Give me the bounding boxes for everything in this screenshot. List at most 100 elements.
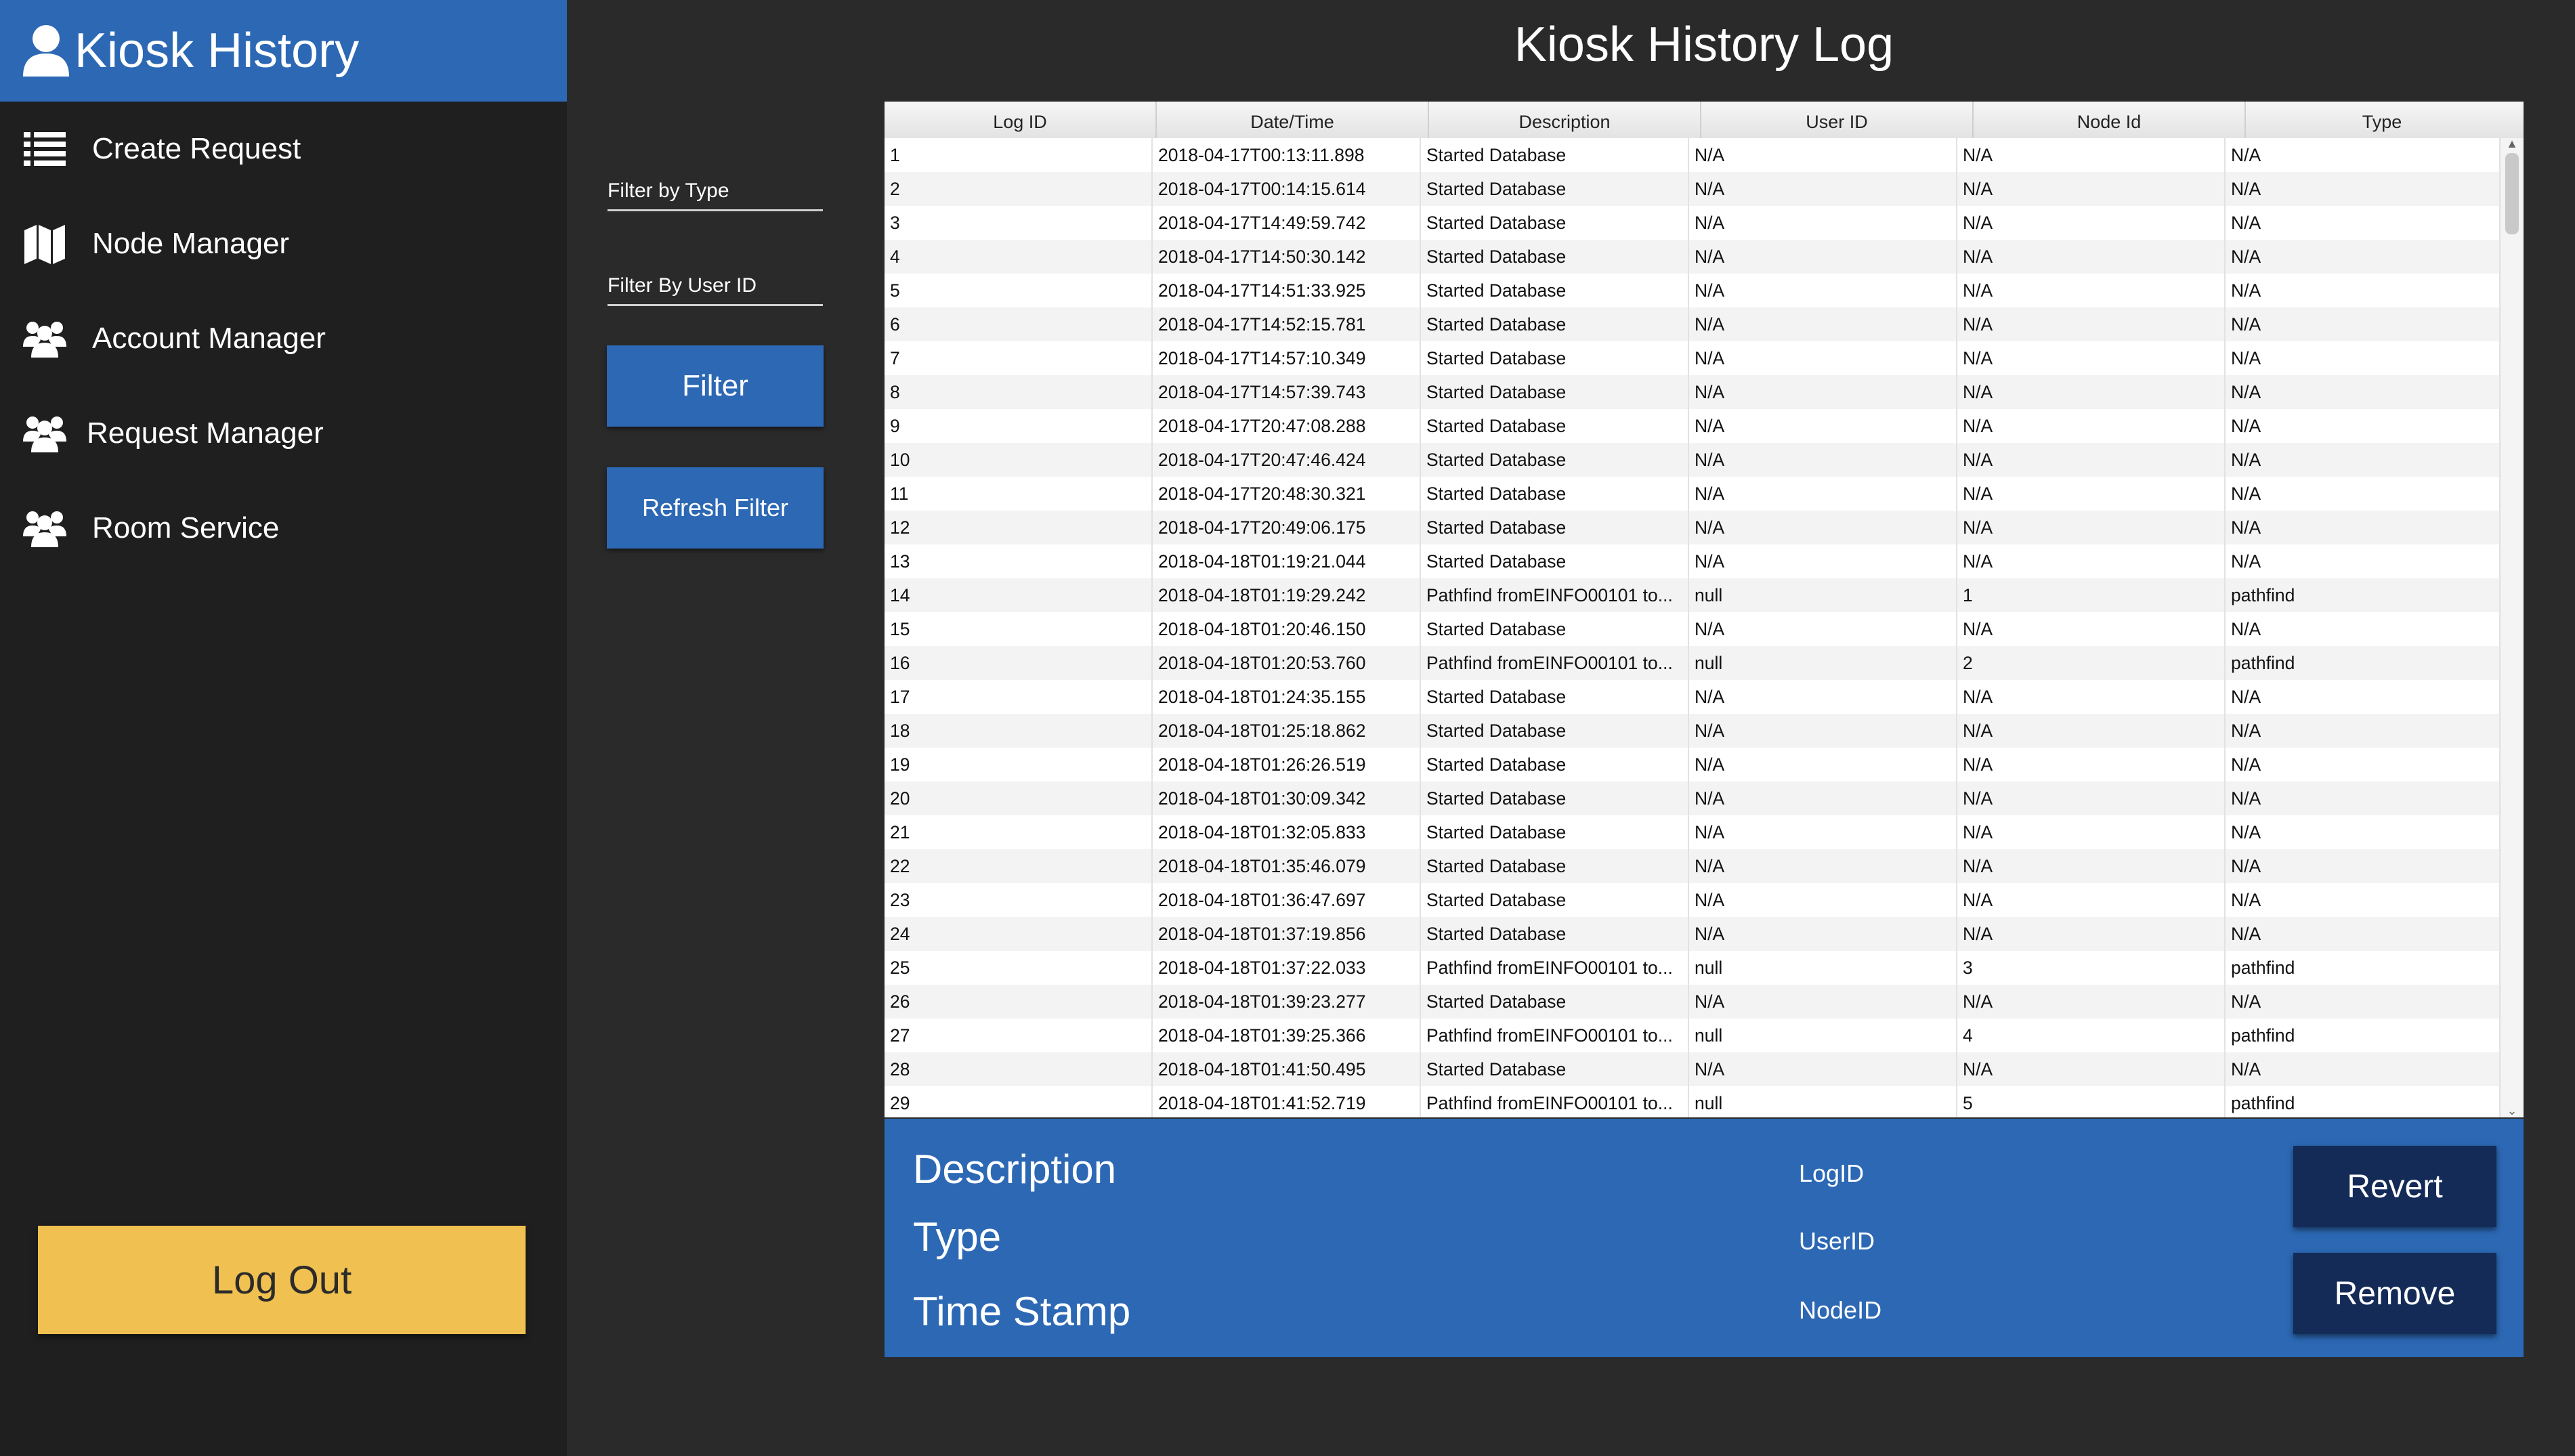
logout-button[interactable]: Log Out xyxy=(38,1226,526,1334)
cell-type: N/A xyxy=(2226,307,2500,341)
cell-description: Started Database xyxy=(1421,748,1689,781)
cell-node-id: N/A xyxy=(1957,883,2226,917)
cell-type: pathfind xyxy=(2226,578,2500,612)
scroll-up-icon[interactable]: ▲ xyxy=(2500,137,2524,150)
nav-room-service[interactable]: Room Service xyxy=(0,488,567,569)
cell-log-id: 22 xyxy=(885,849,1153,883)
table-row[interactable]: 8 2018-04-17T14:57:39.743 Started Database… xyxy=(885,375,2500,409)
users-icon xyxy=(22,412,68,455)
table-row[interactable]: 24 2018-04-18T01:37:19.856 Started Databas… xyxy=(885,917,2500,951)
cell-user-id: null xyxy=(1689,951,1957,985)
cell-type: N/A xyxy=(2226,274,2500,307)
cell-type: N/A xyxy=(2226,849,2500,883)
cell-date-time: 2018-04-18T01:20:53.760 xyxy=(1153,646,1421,680)
cell-description: Pathfind fromEINFO00101 to... xyxy=(1421,951,1689,985)
table-row[interactable]: 7 2018-04-17T14:57:10.349 Started Database… xyxy=(885,341,2500,375)
cell-node-id: N/A xyxy=(1957,172,2226,206)
scroll-thumb[interactable] xyxy=(2505,153,2519,234)
cell-user-id: N/A xyxy=(1689,748,1957,781)
filter-type-input[interactable]: Filter by Type xyxy=(608,171,823,211)
filter-userid-placeholder: Filter By User ID xyxy=(608,274,757,297)
table-row[interactable]: 14 2018-04-18T01:19:29.242 Pathfind fromEI… xyxy=(885,578,2500,612)
table-row[interactable]: 19 2018-04-18T01:26:26.519 Started Databas… xyxy=(885,748,2500,781)
table-row[interactable]: 11 2018-04-17T20:48:30.321 Started Databas… xyxy=(885,477,2500,511)
table-row[interactable]: 22 2018-04-18T01:35:46.079 Started Databas… xyxy=(885,849,2500,883)
column-header-type[interactable]: Type xyxy=(2246,102,2518,138)
table-row[interactable]: 17 2018-04-18T01:24:35.155 Started Databas… xyxy=(885,680,2500,714)
cell-type: N/A xyxy=(2226,680,2500,714)
cell-user-id: N/A xyxy=(1689,240,1957,274)
cell-node-id: N/A xyxy=(1957,375,2226,409)
cell-date-time: 2018-04-18T01:39:25.366 xyxy=(1153,1019,1421,1052)
table-row[interactable]: 1 2018-04-17T00:13:11.898 Started Database… xyxy=(885,138,2500,172)
cell-date-time: 2018-04-18T01:39:23.277 xyxy=(1153,985,1421,1019)
table-scrollbar[interactable]: ▲ ⌄ xyxy=(2500,137,2524,1117)
cell-description: Started Database xyxy=(1421,511,1689,544)
filter-userid-input[interactable]: Filter By User ID xyxy=(608,265,823,306)
cell-date-time: 2018-04-18T01:37:19.856 xyxy=(1153,917,1421,951)
nodeid-label: NodeID xyxy=(1799,1296,1882,1324)
nav-create-request[interactable]: Create Request xyxy=(0,108,567,190)
table-row[interactable]: 18 2018-04-18T01:25:18.862 Started Databas… xyxy=(885,714,2500,748)
cell-type: N/A xyxy=(2226,748,2500,781)
table-row[interactable]: 6 2018-04-17T14:52:15.781 Started Database… xyxy=(885,307,2500,341)
table-row[interactable]: 23 2018-04-18T01:36:47.697 Started Databas… xyxy=(885,883,2500,917)
cell-user-id: null xyxy=(1689,578,1957,612)
cell-date-time: 2018-04-18T01:41:50.495 xyxy=(1153,1052,1421,1086)
cell-date-time: 2018-04-18T01:24:35.155 xyxy=(1153,680,1421,714)
cell-description: Started Database xyxy=(1421,781,1689,815)
cell-description: Pathfind fromEINFO00101 to... xyxy=(1421,646,1689,680)
table-row[interactable]: 29 2018-04-18T01:41:52.719 Pathfind fromEI… xyxy=(885,1086,2500,1117)
cell-description: Started Database xyxy=(1421,1052,1689,1086)
table-row[interactable]: 2 2018-04-17T00:14:15.614 Started Database… xyxy=(885,172,2500,206)
cell-date-time: 2018-04-17T14:57:39.743 xyxy=(1153,375,1421,409)
table-row[interactable]: 4 2018-04-17T14:50:30.142 Started Database… xyxy=(885,240,2500,274)
table-body: 1 2018-04-17T00:13:11.898 Started Database… xyxy=(885,138,2500,1117)
remove-button[interactable]: Remove xyxy=(2293,1253,2496,1334)
table-row[interactable]: 28 2018-04-18T01:41:50.495 Started Databas… xyxy=(885,1052,2500,1086)
table-row[interactable]: 5 2018-04-17T14:51:33.925 Started Database… xyxy=(885,274,2500,307)
nav-node-manager[interactable]: Node Manager xyxy=(0,203,567,284)
table-row[interactable]: 27 2018-04-18T01:39:25.366 Pathfind fromEI… xyxy=(885,1019,2500,1052)
column-header-date-time[interactable]: Date/Time xyxy=(1157,102,1429,138)
cell-description: Started Database xyxy=(1421,985,1689,1019)
cell-date-time: 2018-04-17T14:51:33.925 xyxy=(1153,274,1421,307)
table-row[interactable]: 15 2018-04-18T01:20:46.150 Started Databas… xyxy=(885,612,2500,646)
cell-log-id: 5 xyxy=(885,274,1153,307)
cell-node-id: N/A xyxy=(1957,206,2226,240)
cell-node-id: N/A xyxy=(1957,477,2226,511)
table-row[interactable]: 20 2018-04-18T01:30:09.342 Started Databas… xyxy=(885,781,2500,815)
cell-date-time: 2018-04-18T01:32:05.833 xyxy=(1153,815,1421,849)
column-header-log-id[interactable]: Log ID xyxy=(885,102,1157,138)
column-header-node-id[interactable]: Node Id xyxy=(1974,102,2246,138)
cell-description: Started Database xyxy=(1421,240,1689,274)
cell-log-id: 16 xyxy=(885,646,1153,680)
table-row[interactable]: 12 2018-04-17T20:49:06.175 Started Databas… xyxy=(885,511,2500,544)
table-row[interactable]: 25 2018-04-18T01:37:22.033 Pathfind fromEI… xyxy=(885,951,2500,985)
table-row[interactable]: 26 2018-04-18T01:39:23.277 Started Databas… xyxy=(885,985,2500,1019)
revert-button[interactable]: Revert xyxy=(2293,1146,2496,1227)
table-row[interactable]: 9 2018-04-17T20:47:08.288 Started Database… xyxy=(885,409,2500,443)
cell-date-time: 2018-04-18T01:25:18.862 xyxy=(1153,714,1421,748)
cell-user-id: null xyxy=(1689,1086,1957,1117)
refresh-filter-button[interactable]: Refresh Filter xyxy=(607,467,824,549)
sidebar-header: Kiosk History xyxy=(0,0,567,102)
column-header-description[interactable]: Description xyxy=(1429,102,1701,138)
column-header-user-id[interactable]: User ID xyxy=(1701,102,1974,138)
table-row[interactable]: 16 2018-04-18T01:20:53.760 Pathfind fromEI… xyxy=(885,646,2500,680)
table-row[interactable]: 21 2018-04-18T01:32:05.833 Started Databas… xyxy=(885,815,2500,849)
cell-type: N/A xyxy=(2226,138,2500,172)
filter-button[interactable]: Filter xyxy=(607,345,824,427)
cell-node-id: 5 xyxy=(1957,1086,2226,1117)
cell-date-time: 2018-04-17T20:48:30.321 xyxy=(1153,477,1421,511)
nav-request-manager[interactable]: Request Manager xyxy=(0,393,567,474)
scroll-down-icon[interactable]: ⌄ xyxy=(2500,1104,2524,1117)
cell-user-id: N/A xyxy=(1689,307,1957,341)
table-row[interactable]: 10 2018-04-17T20:47:46.424 Started Databas… xyxy=(885,443,2500,477)
nav-account-manager[interactable]: Account Manager xyxy=(0,298,567,379)
cell-log-id: 27 xyxy=(885,1019,1153,1052)
table-row[interactable]: 3 2018-04-17T14:49:59.742 Started Database… xyxy=(885,206,2500,240)
table-row[interactable]: 13 2018-04-18T01:19:21.044 Started Databas… xyxy=(885,544,2500,578)
cell-log-id: 6 xyxy=(885,307,1153,341)
cell-description: Started Database xyxy=(1421,680,1689,714)
